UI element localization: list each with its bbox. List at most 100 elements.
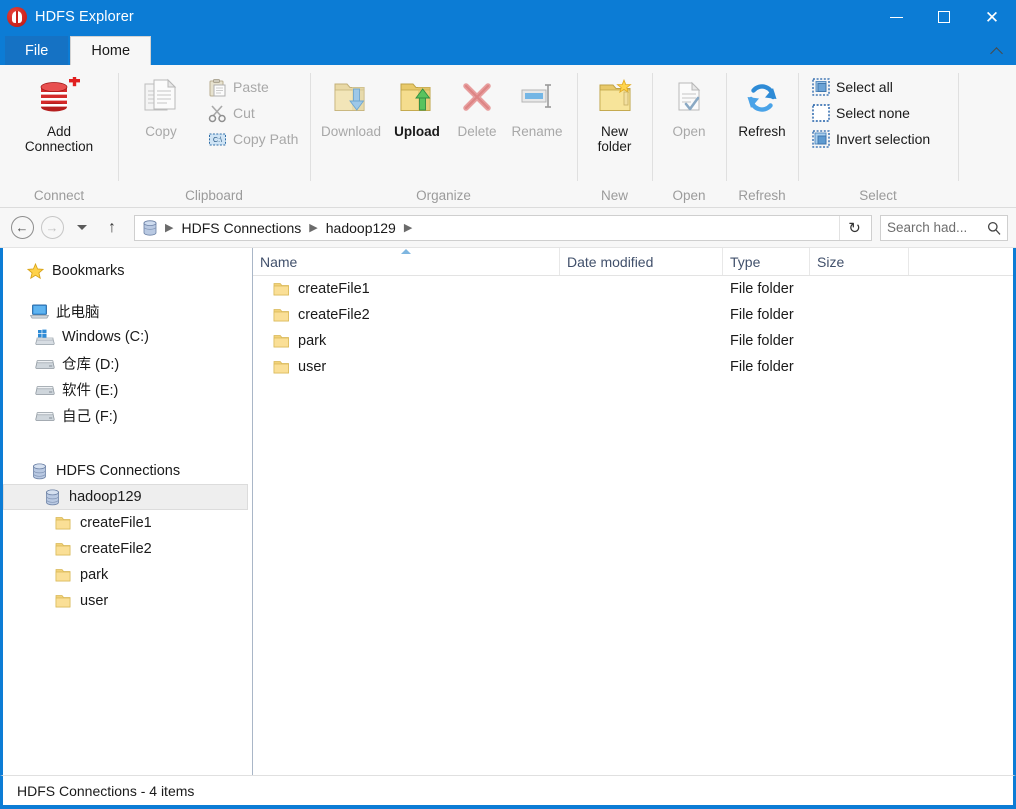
cut-icon	[208, 104, 226, 122]
cell-name: user	[253, 359, 560, 375]
paste-button[interactable]: Paste	[204, 74, 302, 100]
windows-drive-icon	[35, 329, 55, 346]
file-name: createFile1	[298, 281, 370, 297]
hdfs-app-icon	[7, 7, 27, 27]
copy-path-button[interactable]: C:\ Copy Path	[204, 126, 302, 152]
table-row[interactable]: user File folder	[253, 354, 1013, 380]
ribbon-group-label-open: Open	[672, 187, 706, 203]
chevron-down-icon	[77, 225, 87, 230]
breadcrumb-separator[interactable]: ▶	[307, 221, 319, 234]
rename-label: Rename	[511, 124, 563, 139]
ribbon-group-label-organize: Organize	[416, 187, 471, 203]
select-all-icon	[812, 78, 830, 96]
ribbon-group-refresh: Refresh Refresh	[726, 65, 798, 207]
select-all-button[interactable]: Select all	[808, 74, 934, 100]
breadcrumb-item-hdfs-connections[interactable]: HDFS Connections	[175, 220, 307, 236]
delete-button[interactable]: Delete	[448, 71, 506, 139]
open-label: Open	[672, 124, 706, 139]
download-button[interactable]: Download	[316, 71, 386, 139]
column-header-date-modified[interactable]: Date modified	[560, 248, 723, 275]
hdfs-database-icon	[29, 463, 49, 480]
file-name: user	[298, 359, 327, 375]
recent-locations-button[interactable]	[68, 214, 96, 242]
back-button[interactable]: ←	[8, 214, 36, 242]
breadcrumb-separator[interactable]: ▶	[402, 221, 414, 234]
refresh-address-button[interactable]: ↻	[839, 215, 869, 240]
status-text: HDFS Connections - 4 items	[17, 782, 195, 799]
sidebar-item-windows-c[interactable]: Windows (C:)	[3, 324, 252, 350]
drive-icon	[35, 356, 55, 371]
table-row[interactable]: createFile2 File folder	[253, 302, 1013, 328]
table-row[interactable]: park File folder	[253, 328, 1013, 354]
ribbon-collapse-button[interactable]	[982, 39, 1010, 63]
window-controls: ✕	[872, 0, 1016, 34]
tab-home[interactable]: Home	[70, 36, 152, 65]
address-bar: ← → ↑ ▶ HDFS Connections ▶ hadoop129 ▶ ↻…	[0, 208, 1016, 248]
cut-label: Cut	[233, 105, 255, 121]
sidebar-item-createfile1[interactable]: createFile1	[3, 510, 252, 536]
folder-icon	[53, 567, 73, 583]
cell-name: park	[253, 333, 560, 349]
select-none-icon	[812, 104, 830, 122]
sidebar-item-hdfs-connections[interactable]: HDFS Connections	[3, 458, 252, 484]
open-button[interactable]: Open	[656, 71, 722, 139]
forward-button[interactable]: →	[38, 214, 66, 242]
invert-selection-label: Invert selection	[836, 131, 931, 147]
up-button[interactable]: ↑	[98, 214, 126, 242]
close-button[interactable]: ✕	[968, 0, 1016, 34]
add-connection-label-line1: Add	[46, 124, 72, 139]
invert-selection-button[interactable]: Invert selection	[808, 126, 934, 152]
sidebar-item-this-pc[interactable]: 此电脑	[3, 298, 252, 324]
ribbon-group-label-connect: Connect	[33, 187, 85, 203]
breadcrumb-item-hadoop129[interactable]: hadoop129	[320, 220, 402, 236]
sidebar-item-drive-e[interactable]: 软件 (E:)	[3, 376, 252, 402]
rename-button[interactable]: Rename	[506, 71, 568, 139]
ribbon-group-label-new: New	[600, 187, 628, 203]
table-row[interactable]: createFile1 File folder	[253, 276, 1013, 302]
maximize-button[interactable]	[920, 0, 968, 34]
application-window: HDFS Explorer ✕ File Home Add Connection…	[0, 0, 1016, 809]
sidebar-label-hdfs-connections: HDFS Connections	[56, 463, 181, 479]
sidebar-item-hadoop129[interactable]: hadoop129	[3, 484, 248, 510]
open-file-icon	[669, 75, 709, 121]
sidebar-label-park: park	[80, 567, 109, 583]
ribbon-group-new: New folder New	[577, 65, 652, 207]
refresh-button[interactable]: Refresh	[729, 71, 795, 139]
sidebar-label-this-pc: 此电脑	[56, 304, 100, 321]
file-name: park	[298, 333, 327, 349]
new-folder-button[interactable]: New folder	[580, 71, 650, 154]
sidebar-item-bookmarks[interactable]: Bookmarks	[3, 258, 252, 284]
folder-icon	[273, 335, 289, 348]
breadcrumb[interactable]: ▶ HDFS Connections ▶ hadoop129 ▶ ↻	[134, 214, 872, 241]
column-label-name: Name	[260, 253, 298, 270]
add-connection-button[interactable]: Add Connection	[4, 71, 114, 154]
cell-name: createFile2	[253, 307, 560, 323]
column-header-name[interactable]: Name	[253, 248, 560, 275]
refresh-icon	[742, 75, 782, 121]
paste-label: Paste	[233, 79, 269, 95]
search-icon	[987, 221, 1001, 235]
tab-file[interactable]: File	[5, 36, 69, 65]
search-input[interactable]	[887, 220, 983, 235]
drive-icon	[35, 408, 55, 423]
copy-button[interactable]: Copy	[124, 71, 198, 139]
search-box[interactable]	[880, 214, 1008, 241]
minimize-button[interactable]	[872, 0, 920, 34]
column-header-size[interactable]: Size	[810, 248, 909, 275]
sidebar-item-user[interactable]: user	[3, 588, 252, 614]
breadcrumb-separator[interactable]: ▶	[163, 221, 175, 234]
column-header-type[interactable]: Type	[723, 248, 810, 275]
sidebar-item-park[interactable]: park	[3, 562, 252, 588]
sidebar-item-drive-f[interactable]: 自己 (F:)	[3, 402, 252, 428]
cell-type: File folder	[730, 359, 794, 375]
select-none-button[interactable]: Select none	[808, 100, 934, 126]
rename-icon	[517, 75, 557, 121]
delete-label: Delete	[457, 124, 497, 139]
cell-type: File folder	[730, 281, 794, 297]
sidebar-item-createfile2[interactable]: createFile2	[3, 536, 252, 562]
upload-button[interactable]: Upload	[386, 71, 448, 139]
add-connection-icon	[37, 75, 81, 121]
sidebar-item-drive-d[interactable]: 仓库 (D:)	[3, 350, 252, 376]
cut-button[interactable]: Cut	[204, 100, 302, 126]
upload-label: Upload	[394, 124, 440, 139]
